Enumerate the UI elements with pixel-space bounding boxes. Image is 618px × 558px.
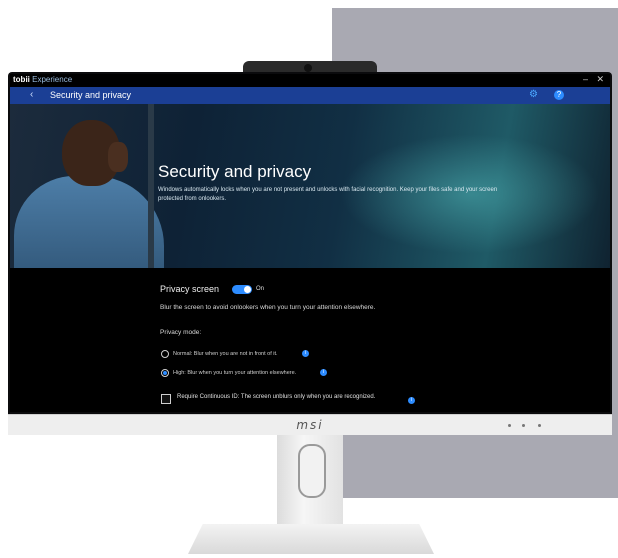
option-high-label: High: Blur when you turn your attention …	[173, 370, 297, 376]
privacy-screen-label: Privacy screen	[160, 284, 220, 294]
back-button[interactable]: ‹	[30, 89, 33, 100]
monitor-stand-base	[188, 524, 434, 554]
privacy-settings: Privacy screen On Blur the screen to avo…	[10, 268, 610, 412]
privacy-screen-description: Blur the screen to avoid onlookers when …	[160, 304, 376, 311]
app-title: tobii Experience	[13, 75, 72, 84]
minimize-button[interactable]: –	[583, 74, 588, 84]
chin-indicator-dot	[508, 424, 511, 427]
question-icon[interactable]: ?	[554, 90, 564, 100]
page-title: Security and privacy	[50, 90, 132, 100]
radio-normal[interactable]	[161, 350, 169, 358]
power-button-icon[interactable]	[538, 424, 541, 427]
app-product-name: Experience	[32, 75, 73, 84]
gear-icon[interactable]: ⚙	[529, 89, 538, 100]
continuous-id-checkbox[interactable]	[161, 394, 171, 404]
app-brand: tobii	[13, 75, 30, 84]
info-icon[interactable]: i	[408, 397, 415, 404]
toggle-knob	[244, 286, 251, 293]
close-button[interactable]: ✕	[596, 74, 604, 85]
stand-cable-hole	[298, 444, 326, 498]
info-icon[interactable]: i	[320, 369, 327, 376]
radio-high[interactable]	[161, 369, 169, 377]
monitor-chin: msi	[8, 414, 612, 435]
nav-bar: ‹ Security and privacy ⚙ ?	[10, 87, 610, 104]
hero-person-hand	[108, 142, 128, 172]
chin-indicator-dot	[522, 424, 525, 427]
toggle-state-label: On	[256, 286, 265, 292]
hero-title: Security and privacy	[158, 162, 312, 181]
hero-banner: Security and privacy Windows automatical…	[10, 104, 610, 268]
privacy-mode-label: Privacy mode:	[160, 329, 202, 336]
monitor-screen: tobii Experience – ✕ ‹ Security and priv…	[10, 74, 610, 412]
hero-person-body	[14, 176, 164, 268]
hero-description: Windows automatically locks when you are…	[158, 187, 498, 202]
privacy-screen-toggle[interactable]	[232, 285, 252, 294]
info-icon[interactable]: i	[302, 350, 309, 357]
webcam-lens-icon	[304, 64, 312, 72]
app-titlebar: tobii Experience – ✕	[10, 74, 610, 87]
option-normal-label: Normal: Blur when you are not in front o…	[173, 351, 278, 357]
hero-screen-edge	[148, 104, 154, 268]
continuous-id-label: Require Continuous ID: The screen unblur…	[177, 394, 376, 400]
